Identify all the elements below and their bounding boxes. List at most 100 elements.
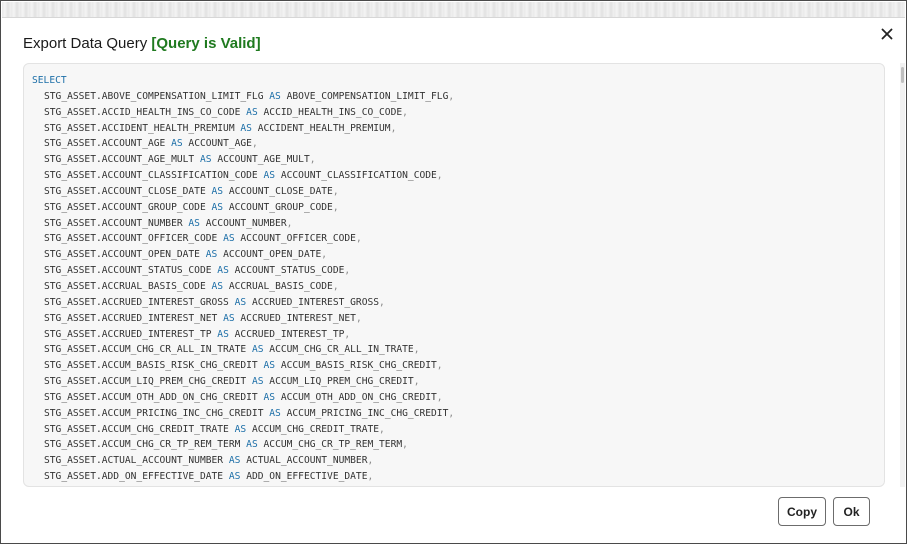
separator: , bbox=[321, 249, 328, 261]
separator: , bbox=[448, 90, 455, 102]
column-expression: STG_ASSET.ACCOUNT_OFFICER_CODE bbox=[44, 233, 218, 245]
column-expression: STG_ASSET.ACCOUNT_CLOSE_DATE bbox=[44, 185, 206, 197]
column-expression: STG_ASSET.ACCRUED_INTEREST_TP bbox=[44, 328, 212, 340]
column-alias: ADD_ON_EFFECTIVE_DATE bbox=[246, 471, 368, 483]
column-alias: ACCUM_CHG_CR_ALL_IN_TRATE bbox=[269, 344, 414, 356]
query-scrollbar[interactable] bbox=[900, 63, 905, 487]
query-line: STG_ASSET.ACCOUNT_AGE_MULT AS ACCOUNT_AG… bbox=[24, 152, 884, 168]
column-alias: ACCOUNT_NUMBER bbox=[205, 217, 287, 229]
separator: , bbox=[402, 439, 408, 451]
as-keyword: AS bbox=[217, 328, 229, 340]
copy-button[interactable]: Copy bbox=[778, 497, 826, 526]
column-expression: STG_ASSET.ABOVE_COMPENSATION_LIMIT_FLG bbox=[44, 90, 264, 102]
as-keyword: AS bbox=[205, 249, 218, 261]
query-line: STG_ASSET.ACCOUNT_CLOSE_DATE AS ACCOUNT_… bbox=[24, 184, 884, 200]
background-page-strip bbox=[2, 2, 905, 18]
query-line: STG_ASSET.ACCOUNT_OFFICER_CODE AS ACCOUN… bbox=[24, 231, 884, 247]
column-alias: ACCUM_PRICING_INC_CHG_CREDIT bbox=[286, 407, 449, 419]
column-expression: STG_ASSET.ACCUM_PRICING_INC_CHG_CREDIT bbox=[44, 407, 264, 419]
query-line: STG_ASSET.ACCRUED_INTEREST_NET AS ACCRUE… bbox=[24, 311, 884, 327]
separator: , bbox=[332, 185, 339, 197]
dialog-title-text: Export Data Query bbox=[23, 35, 148, 52]
as-keyword: AS bbox=[251, 344, 264, 356]
column-alias: ACCOUNT_STATUS_CODE bbox=[234, 265, 345, 277]
query-line: STG_ASSET.ACCRUED_INTEREST_TP AS ACCRUED… bbox=[24, 327, 884, 343]
as-keyword: AS bbox=[263, 391, 276, 403]
query-line: STG_ASSET.ACCIDENT_HEALTH_PREMIUM AS ACC… bbox=[24, 121, 884, 137]
column-alias: ACCOUNT_CLOSE_DATE bbox=[228, 185, 333, 197]
separator: , bbox=[367, 471, 374, 483]
separator: , bbox=[286, 217, 293, 229]
query-line: STG_ASSET.ACCOUNT_CLASSIFICATION_CODE AS… bbox=[24, 168, 884, 184]
column-alias: ACCUM_LIQ_PREM_CHG_CREDIT bbox=[269, 376, 414, 388]
as-keyword: AS bbox=[199, 154, 212, 166]
separator: , bbox=[355, 233, 362, 245]
as-keyword: AS bbox=[217, 265, 229, 277]
close-icon bbox=[881, 28, 893, 40]
dialog-window: Export Data Query [Query is Valid] SELEC… bbox=[0, 0, 907, 544]
column-alias: ACCOUNT_OFFICER_CODE bbox=[240, 233, 356, 245]
as-keyword: AS bbox=[246, 106, 258, 118]
column-expression: STG_ASSET.ACCOUNT_GROUP_CODE bbox=[44, 201, 206, 213]
column-alias: ACCRUAL_BASIS_CODE bbox=[228, 280, 333, 292]
column-alias: ACCOUNT_AGE_MULT bbox=[217, 154, 310, 166]
query-line: STG_ASSET.ACCUM_CHG_CR_ALL_IN_TRATE AS A… bbox=[24, 342, 884, 358]
separator: , bbox=[402, 106, 408, 118]
column-alias: ACCUM_BASIS_RISK_CHG_CREDIT bbox=[280, 360, 437, 372]
query-status-badge: [Query is Valid] bbox=[151, 35, 261, 52]
query-line: STG_ASSET.ACCUM_BASIS_RISK_CHG_CREDIT AS… bbox=[24, 358, 884, 374]
column-alias: ACCIDENT_HEALTH_PREMIUM bbox=[257, 122, 391, 134]
column-expression: STG_ASSET.ACCRUED_INTEREST_NET bbox=[44, 312, 218, 324]
column-expression: STG_ASSET.ADD_ON_EFFECTIVE_DATE bbox=[44, 471, 224, 483]
as-keyword: AS bbox=[263, 170, 276, 182]
separator: , bbox=[436, 391, 443, 403]
query-line: STG_ASSET.ACCUM_CHG_CR_TP_REM_TERM AS AC… bbox=[24, 437, 884, 453]
as-keyword: AS bbox=[269, 90, 281, 102]
separator: , bbox=[390, 122, 397, 134]
query-line: STG_ASSET.ACTUAL_ACCOUNT_NUMBER AS ACTUA… bbox=[24, 453, 884, 469]
as-keyword: AS bbox=[263, 360, 276, 372]
query-scrollbar-thumb[interactable] bbox=[901, 67, 904, 83]
query-line: STG_ASSET.ADD_ON_EFFECTIVE_DATE AS ADD_O… bbox=[24, 469, 884, 485]
separator: , bbox=[379, 296, 385, 308]
separator: , bbox=[413, 344, 420, 356]
as-keyword: AS bbox=[234, 423, 247, 435]
separator: , bbox=[344, 328, 351, 340]
select-line: SELECT bbox=[24, 73, 884, 89]
separator: , bbox=[355, 312, 362, 324]
as-keyword: AS bbox=[246, 439, 258, 451]
dialog-title: Export Data Query [Query is Valid] bbox=[23, 35, 261, 52]
column-expression: STG_ASSET.ACCOUNT_AGE_MULT bbox=[44, 154, 195, 166]
as-keyword: AS bbox=[211, 201, 224, 213]
close-button[interactable] bbox=[877, 24, 897, 44]
query-code-content: SELECT STG_ASSET.ABOVE_COMPENSATION_LIMI… bbox=[24, 73, 884, 485]
query-line: STG_ASSET.ACCUM_CHG_CREDIT_TRATE AS ACCU… bbox=[24, 422, 884, 438]
as-keyword: AS bbox=[223, 233, 235, 245]
query-line: STG_ASSET.ACCUM_OTH_ADD_ON_CHG_CREDIT AS… bbox=[24, 390, 884, 406]
query-line: STG_ASSET.ACCID_HEALTH_INS_CO_CODE AS AC… bbox=[24, 105, 884, 121]
separator: , bbox=[413, 376, 420, 388]
column-expression: STG_ASSET.ACCUM_LIQ_PREM_CHG_CREDIT bbox=[44, 376, 247, 388]
column-alias: ACCRUED_INTEREST_TP bbox=[234, 328, 345, 340]
column-expression: STG_ASSET.ACCRUAL_BASIS_CODE bbox=[44, 280, 206, 292]
separator: , bbox=[367, 455, 374, 467]
separator: , bbox=[332, 280, 339, 292]
query-line: STG_ASSET.ACCOUNT_OPEN_DATE AS ACCOUNT_O… bbox=[24, 247, 884, 263]
as-keyword: AS bbox=[269, 407, 281, 419]
as-keyword: AS bbox=[234, 296, 247, 308]
query-line: STG_ASSET.ACCOUNT_GROUP_CODE AS ACCOUNT_… bbox=[24, 200, 884, 216]
column-expression: STG_ASSET.ACCUM_CHG_CR_TP_REM_TERM bbox=[44, 439, 241, 451]
separator: , bbox=[448, 407, 455, 419]
query-line: STG_ASSET.ACCOUNT_STATUS_CODE AS ACCOUNT… bbox=[24, 263, 884, 279]
as-keyword: AS bbox=[171, 138, 183, 150]
query-code-area[interactable]: SELECT STG_ASSET.ABOVE_COMPENSATION_LIMI… bbox=[23, 63, 885, 487]
as-keyword: AS bbox=[188, 217, 200, 229]
select-keyword: SELECT bbox=[32, 75, 67, 86]
column-alias: ACCUM_OTH_ADD_ON_CHG_CREDIT bbox=[280, 391, 437, 403]
column-alias: ACCOUNT_OPEN_DATE bbox=[223, 249, 322, 261]
query-line: STG_ASSET.ABOVE_COMPENSATION_LIMIT_FLG A… bbox=[24, 89, 884, 105]
ok-button[interactable]: Ok bbox=[833, 497, 870, 526]
column-expression: STG_ASSET.ACCID_HEALTH_INS_CO_CODE bbox=[44, 106, 241, 118]
separator: , bbox=[251, 138, 258, 150]
column-expression: STG_ASSET.ACCUM_CHG_CREDIT_TRATE bbox=[44, 423, 229, 435]
